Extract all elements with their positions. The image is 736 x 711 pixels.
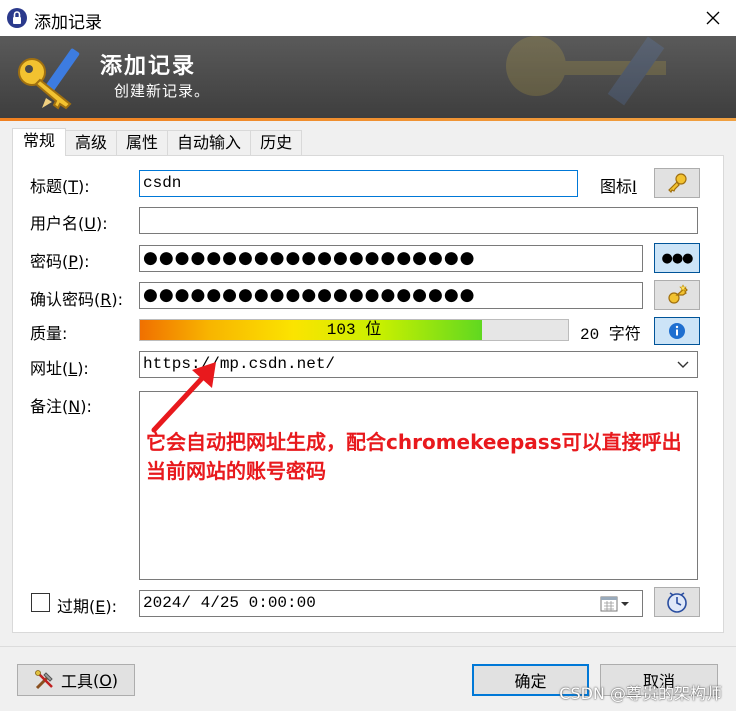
url-label: 网址(L): xyxy=(30,359,89,378)
quality-bits-text: 103 位 xyxy=(326,321,382,339)
banner-background-key-icon xyxy=(506,36,666,106)
title-bar: 添加记录 xyxy=(0,0,736,36)
tab-auto-type[interactable]: 自动输入 xyxy=(167,130,252,156)
expires-label: 过期(E): xyxy=(57,597,118,616)
tools-icon xyxy=(35,670,53,690)
tab-general[interactable]: 常规 xyxy=(12,128,67,156)
notes-label: 备注(N): xyxy=(30,397,92,416)
quality-char-count: 20 字符 xyxy=(580,326,641,344)
tab-advanced[interactable]: 高级 xyxy=(65,130,118,156)
title-field[interactable]: csdn xyxy=(139,170,578,197)
annotation-text: 它会自动把网址生成，配合chromekeepass可以直接呼出 当前网站的账号密… xyxy=(146,428,726,486)
expires-date-value: 2024/ 4/25 0:00:00 xyxy=(143,594,316,612)
info-icon xyxy=(669,323,685,339)
expires-checkbox[interactable] xyxy=(31,593,50,612)
tab-history[interactable]: 历史 xyxy=(250,130,303,156)
footer-divider xyxy=(0,646,736,647)
tab-properties[interactable]: 属性 xyxy=(116,130,169,156)
icon-label: 图标I xyxy=(600,177,637,196)
expiry-presets-button[interactable] xyxy=(654,587,700,617)
close-button[interactable] xyxy=(690,0,736,36)
tools-button-label: 工具 xyxy=(60,672,93,691)
repeat-password-field[interactable]: ●●●●●●●●●●●●●●●●●●●●● xyxy=(139,282,643,309)
tools-button-key: O xyxy=(99,670,112,690)
banner-divider xyxy=(0,118,736,121)
close-icon xyxy=(706,11,720,25)
show-password-button[interactable]: ●●● xyxy=(654,243,700,273)
calendar-dropdown-icon[interactable] xyxy=(600,596,630,612)
csdn-watermark: CSDN @尊贵的架构师 xyxy=(559,684,722,703)
quality-meter: 103 位 xyxy=(139,319,569,341)
expires-date-field[interactable]: 2024/ 4/25 0:00:00 xyxy=(139,590,643,617)
banner-title: 添加记录 xyxy=(100,54,197,79)
annotation-line-1: 它会自动把网址生成，配合chromekeepass可以直接呼出 xyxy=(146,430,682,454)
tools-button[interactable]: 工具(O) xyxy=(17,664,135,696)
key-sparkle-icon xyxy=(668,284,688,304)
clock-icon xyxy=(667,592,687,613)
password-label: 密码(P): xyxy=(30,252,90,271)
header-banner: 添加记录 创建新记录。 xyxy=(0,36,736,118)
tab-strip: 常规 高级 属性 自动输入 历史 xyxy=(12,128,303,156)
key-icon xyxy=(668,173,687,193)
quality-info-button[interactable] xyxy=(654,317,700,345)
icon-picker-button[interactable] xyxy=(654,168,700,198)
chevron-down-icon[interactable] xyxy=(677,361,689,369)
keepass-lock-icon xyxy=(7,8,27,28)
quality-label: 质量: xyxy=(30,324,68,343)
annotation-line-2: 当前网站的账号密码 xyxy=(146,459,326,483)
title-label: 标题(T): xyxy=(30,177,90,196)
password-field[interactable]: ●●●●●●●●●●●●●●●●●●●●● xyxy=(139,245,643,272)
username-field[interactable] xyxy=(139,207,698,234)
username-label: 用户名(U): xyxy=(30,214,108,233)
repeat-password-label: 确认密码(R): xyxy=(30,290,124,309)
banner-subtitle: 创建新记录。 xyxy=(114,82,211,100)
window-title: 添加记录 xyxy=(34,13,102,33)
key-and-pen-icon xyxy=(18,48,80,110)
generate-password-button[interactable] xyxy=(654,280,700,310)
